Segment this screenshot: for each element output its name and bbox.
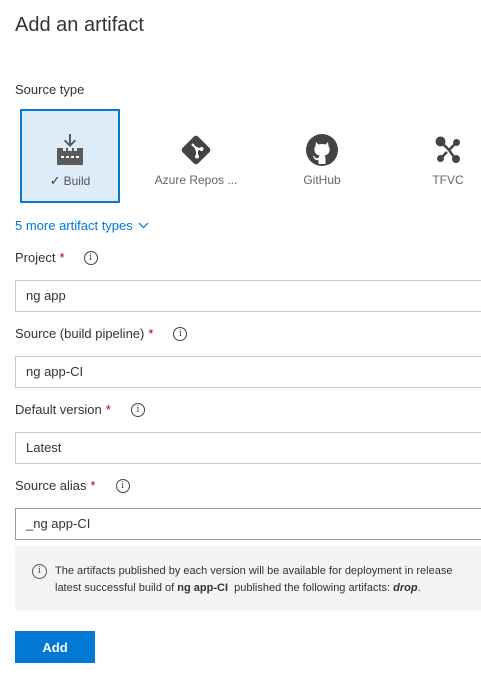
source-type-github[interactable]: GitHub bbox=[272, 109, 372, 203]
source-alias-field[interactable] bbox=[15, 508, 481, 540]
required-indicator: * bbox=[59, 250, 65, 265]
info-icon[interactable]: i bbox=[130, 402, 145, 417]
source-pipeline-field[interactable] bbox=[15, 356, 481, 388]
project-label: Project * i bbox=[15, 250, 98, 265]
add-button[interactable]: Add bbox=[15, 631, 95, 663]
source-pipeline-label: Source (build pipeline) * i bbox=[15, 326, 188, 341]
default-version-select[interactable] bbox=[26, 433, 481, 463]
info-icon[interactable]: i bbox=[173, 326, 188, 341]
info-icon[interactable]: i bbox=[83, 250, 98, 265]
info-message-bar: i The artifacts published by each versio… bbox=[15, 546, 481, 611]
checkmark-icon: ✓ bbox=[49, 173, 61, 188]
azure-repos-icon bbox=[146, 133, 246, 167]
source-pipeline-input[interactable] bbox=[26, 357, 481, 387]
source-type-label-tfvc: TFVC bbox=[432, 173, 464, 187]
pipeline-name: ng app-CI bbox=[177, 582, 229, 594]
info-message-text: The artifacts published by each version … bbox=[55, 565, 453, 594]
source-type-label-build: Build bbox=[63, 174, 91, 188]
default-version-label: Default version * i bbox=[15, 402, 145, 417]
source-type-label-azure-repos: Azure Repos ... bbox=[154, 173, 238, 187]
project-input[interactable] bbox=[26, 281, 481, 311]
project-field[interactable] bbox=[15, 280, 481, 312]
required-indicator: * bbox=[90, 478, 96, 493]
github-icon bbox=[272, 133, 372, 167]
more-artifact-types-text: 5 more artifact types bbox=[15, 218, 133, 233]
source-alias-label: Source alias * i bbox=[15, 478, 130, 493]
source-type-azure-repos[interactable]: Azure Repos ... bbox=[146, 109, 246, 203]
source-type-build[interactable]: ✓ Build bbox=[20, 109, 120, 203]
default-version-field[interactable] bbox=[15, 432, 481, 464]
tfvc-icon bbox=[398, 133, 481, 167]
source-alias-input[interactable] bbox=[26, 509, 481, 539]
more-artifact-types-link[interactable]: 5 more artifact types bbox=[15, 218, 149, 233]
required-indicator: * bbox=[148, 326, 154, 341]
required-indicator: * bbox=[105, 402, 111, 417]
artifact-name: drop bbox=[393, 582, 418, 594]
info-icon[interactable]: i bbox=[115, 478, 130, 493]
info-icon: i bbox=[32, 564, 47, 579]
panel-title: Add an artifact bbox=[15, 14, 144, 36]
add-artifact-panel: Add an artifact Source type ✓ Build Azur… bbox=[0, 0, 481, 680]
source-type-tfvc[interactable]: TFVC bbox=[398, 109, 481, 203]
build-icon bbox=[22, 133, 118, 167]
source-type-label-github: GitHub bbox=[303, 173, 341, 187]
source-type-label: Source type bbox=[15, 82, 85, 97]
chevron-down-icon bbox=[138, 222, 149, 229]
